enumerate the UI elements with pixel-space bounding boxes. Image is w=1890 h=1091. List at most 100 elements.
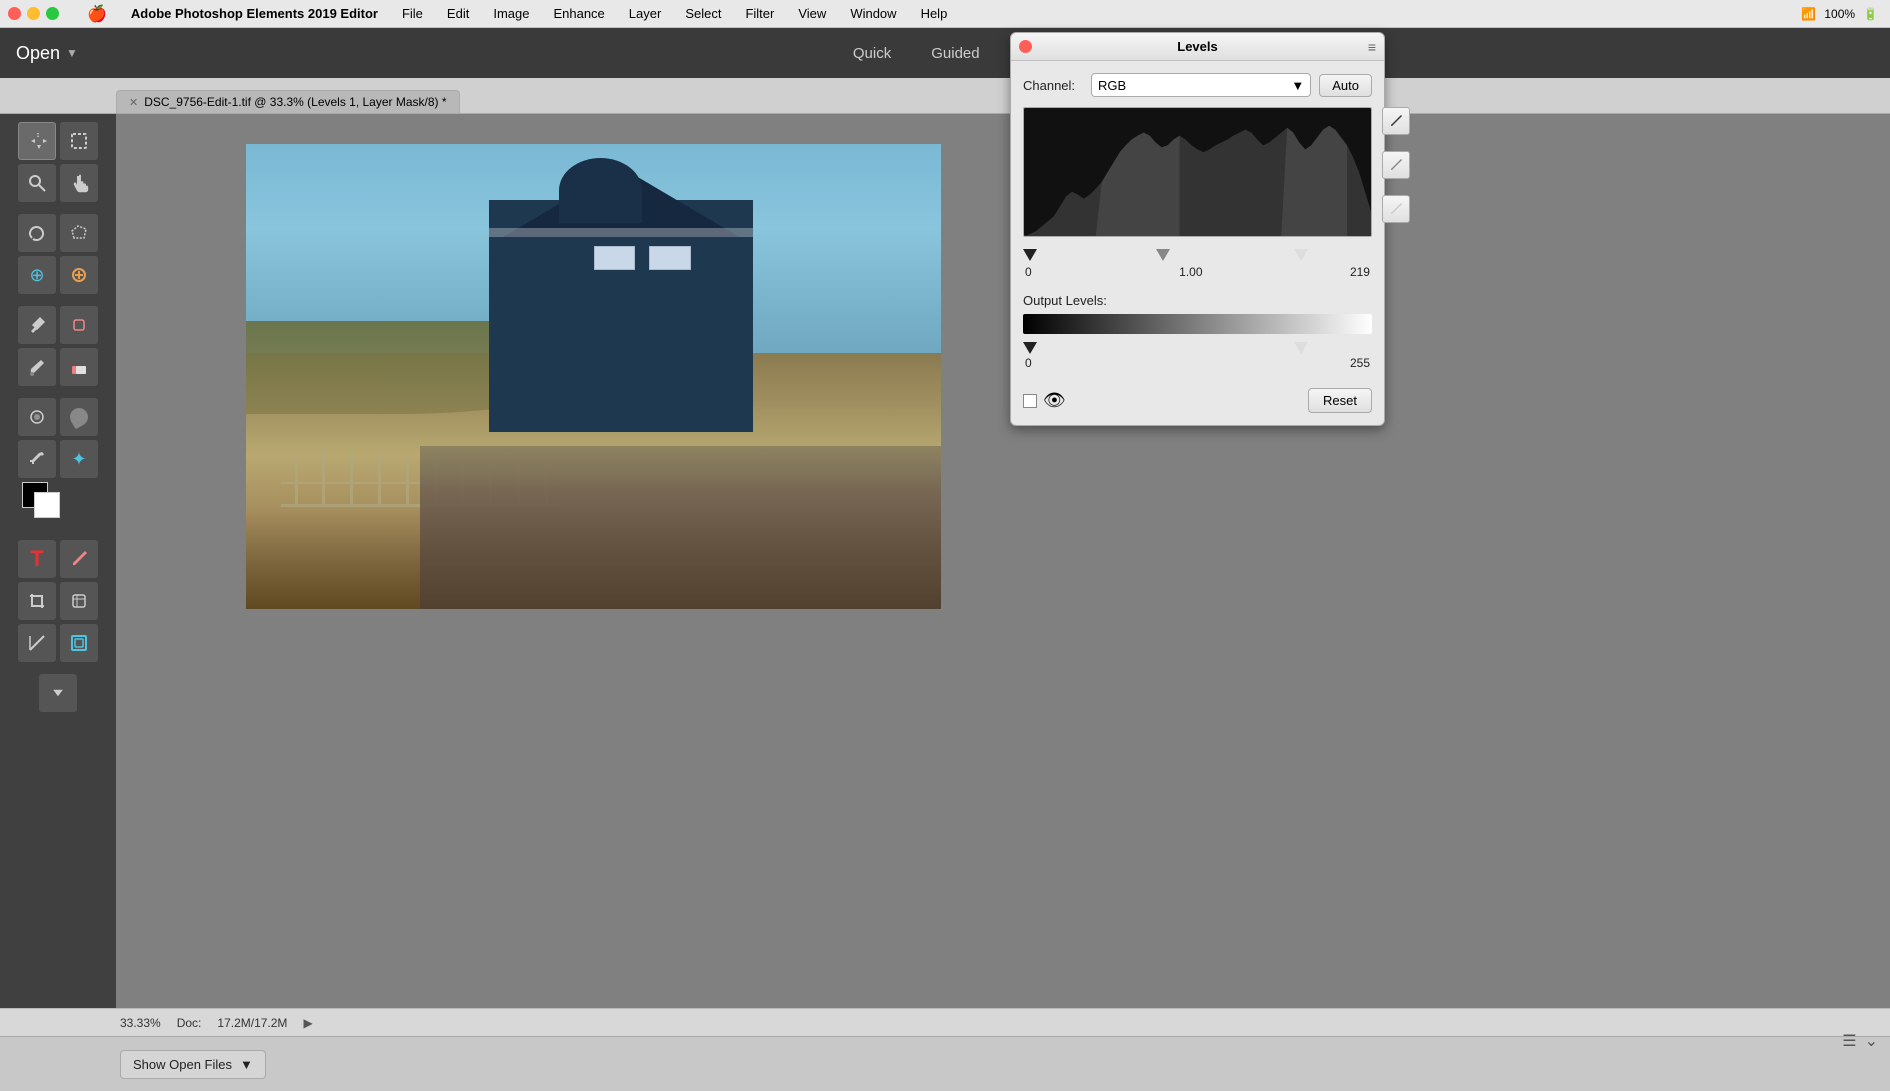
healing-tool[interactable]: [60, 256, 98, 294]
cookie-cutter-tool[interactable]: [60, 582, 98, 620]
pencil-tool[interactable]: [60, 540, 98, 578]
status-expand-arrow[interactable]: ▶: [303, 1016, 312, 1030]
quick-select-tool[interactable]: ⊕: [18, 256, 56, 294]
smudge-tool[interactable]: [60, 398, 98, 436]
input-black-value: 0: [1025, 265, 1032, 279]
menu-edit[interactable]: Edit: [443, 4, 473, 23]
color-stars-tool[interactable]: ✦: [60, 440, 98, 478]
apple-logo-icon[interactable]: 🍎: [87, 4, 107, 24]
wifi-icon: 📶: [1801, 7, 1816, 21]
channel-dropdown-arrow: ▼: [1291, 78, 1304, 93]
scroll-down-tool[interactable]: [39, 674, 77, 712]
app-name-menu[interactable]: Adobe Photoshop Elements 2019 Editor: [127, 4, 382, 23]
levels-footer-left: 👁: [1023, 390, 1066, 411]
channel-value: RGB: [1098, 78, 1126, 93]
zoom-tool[interactable]: [18, 164, 56, 202]
polygon-lasso-tool[interactable]: [60, 214, 98, 252]
menu-layer[interactable]: Layer: [625, 4, 666, 23]
crop-tool[interactable]: [18, 582, 56, 620]
tab-quick[interactable]: Quick: [853, 45, 891, 62]
open-button[interactable]: Open ▼: [16, 43, 78, 64]
menu-bar: 🍎 Adobe Photoshop Elements 2019 Editor F…: [0, 0, 1890, 28]
gray-eyedropper-button[interactable]: [1382, 151, 1410, 179]
show-open-files-label: Show Open Files: [133, 1057, 232, 1072]
list-view-icon[interactable]: ☰: [1842, 1031, 1856, 1051]
white-eyedropper-button[interactable]: [1382, 195, 1410, 223]
redeye-tool[interactable]: [60, 306, 98, 344]
output-gradient-bar: [1023, 314, 1372, 334]
minimize-button[interactable]: [27, 7, 40, 20]
brush-tool[interactable]: [18, 348, 56, 386]
input-white-value: 219: [1350, 265, 1370, 279]
black-eyedropper-button[interactable]: [1382, 107, 1410, 135]
fullscreen-button[interactable]: [46, 7, 59, 20]
eyedroppers-group: [1382, 107, 1410, 223]
open-dropdown-arrow[interactable]: ▼: [66, 46, 78, 60]
eraser-tool[interactable]: [60, 348, 98, 386]
channel-select[interactable]: RGB ▼: [1091, 73, 1311, 97]
menu-file[interactable]: File: [398, 4, 427, 23]
input-mid-value: 1.00: [1179, 265, 1202, 279]
bottom-panel: Show Open Files ▼ ☰ ⌄: [0, 1036, 1890, 1091]
reset-button[interactable]: Reset: [1308, 388, 1372, 413]
statusbar: 33.33% Doc: 17.2M/17.2M ▶: [0, 1008, 1890, 1036]
tab-strip: ✕ DSC_9756-Edit-1.tif @ 33.3% (Levels 1,…: [0, 78, 1890, 114]
black-input-slider[interactable]: [1023, 249, 1037, 261]
straighten-tool[interactable]: [18, 624, 56, 662]
eyedropper-tool[interactable]: [18, 440, 56, 478]
menu-select[interactable]: Select: [681, 4, 725, 23]
text-tool[interactable]: T: [18, 540, 56, 578]
recompose-tool[interactable]: [60, 624, 98, 662]
menu-enhance[interactable]: Enhance: [549, 4, 608, 23]
traffic-lights: [8, 7, 59, 20]
menubar-right: 📶 100% 🔋: [1801, 7, 1878, 21]
zoom-level: 33.33%: [120, 1016, 161, 1030]
levels-menu-icon[interactable]: ≡: [1368, 39, 1376, 55]
mid-input-slider[interactable]: [1156, 249, 1170, 261]
show-open-files-dropdown-icon[interactable]: ▼: [240, 1057, 253, 1072]
main-area: ⊕: [0, 114, 1890, 1008]
black-output-slider[interactable]: [1023, 342, 1037, 354]
channel-label: Channel:: [1023, 78, 1083, 93]
tab-guided[interactable]: Guided: [931, 45, 979, 62]
preview-checkbox[interactable]: [1023, 394, 1037, 408]
menu-filter[interactable]: Filter: [741, 4, 778, 23]
eye-visibility-icon[interactable]: 👁: [1043, 390, 1066, 411]
menu-help[interactable]: Help: [917, 4, 952, 23]
output-white-value: 255: [1350, 356, 1370, 370]
background-color[interactable]: [34, 492, 60, 518]
histogram-container: [1023, 107, 1372, 237]
levels-body: Channel: RGB ▼ Auto: [1011, 61, 1384, 425]
levels-panel: Levels ≡ Channel: RGB ▼ Auto: [1010, 32, 1385, 426]
levels-footer: 👁 Reset: [1023, 384, 1372, 413]
white-output-slider[interactable]: [1294, 342, 1308, 354]
toolbox: ⊕: [0, 114, 116, 1008]
doc-label: Doc:: [177, 1016, 202, 1030]
bottom-right-controls: ☰ ⌄: [1842, 1031, 1878, 1051]
menu-view[interactable]: View: [794, 4, 830, 23]
expand-icon[interactable]: ⌄: [1865, 1031, 1878, 1051]
close-button[interactable]: [8, 7, 21, 20]
canvas-area: [116, 114, 1890, 1008]
hand-tool[interactable]: [60, 164, 98, 202]
histogram-svg: [1024, 108, 1371, 236]
doc-size: 17.2M/17.2M: [217, 1016, 287, 1030]
output-levels-numbers: 0 255: [1023, 356, 1372, 370]
white-input-slider[interactable]: [1294, 249, 1308, 261]
output-slider-area: [1023, 338, 1308, 354]
canvas-image: [246, 144, 941, 609]
levels-close-button[interactable]: [1019, 40, 1032, 53]
clone-stamp-tool[interactable]: [18, 306, 56, 344]
lasso-tool[interactable]: [18, 214, 56, 252]
menu-image[interactable]: Image: [489, 4, 533, 23]
move-tool[interactable]: [18, 122, 56, 160]
marquee-tool[interactable]: [60, 122, 98, 160]
tab-filename: DSC_9756-Edit-1.tif @ 33.3% (Levels 1, L…: [144, 95, 446, 109]
file-tab[interactable]: ✕ DSC_9756-Edit-1.tif @ 33.3% (Levels 1,…: [116, 90, 460, 113]
auto-button[interactable]: Auto: [1319, 74, 1372, 97]
histogram-area: [1023, 107, 1372, 237]
show-open-files-button[interactable]: Show Open Files ▼: [120, 1050, 266, 1079]
blur-tool[interactable]: [18, 398, 56, 436]
menu-window[interactable]: Window: [846, 4, 900, 23]
tab-close-icon[interactable]: ✕: [129, 96, 138, 109]
